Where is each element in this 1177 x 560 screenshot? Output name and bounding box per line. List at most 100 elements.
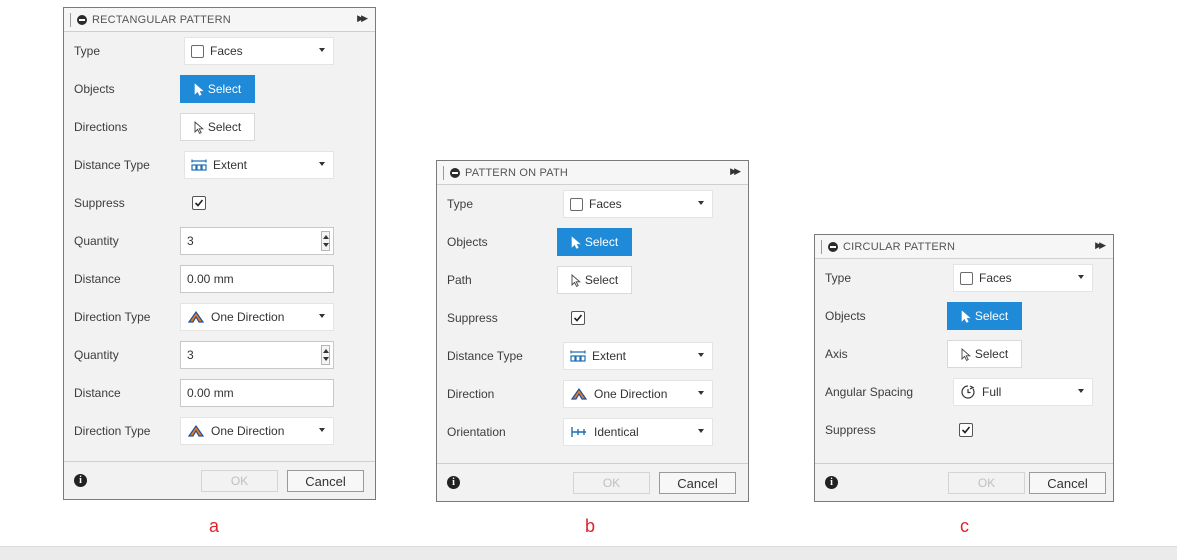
suppress-checkbox[interactable]	[571, 311, 585, 325]
direction-type-dropdown[interactable]: One Direction	[180, 417, 334, 445]
dialog-body: Type Faces Objects Select Path Select Su…	[437, 185, 748, 451]
expand-arrows-icon[interactable]: ▶▶	[357, 13, 368, 24]
drag-grip-icon[interactable]	[70, 12, 72, 27]
distance-type-dropdown[interactable]: Extent	[184, 151, 334, 179]
ok-button[interactable]: OK	[573, 472, 650, 494]
dialog-body: Type Faces Objects Select Axis Select An…	[815, 259, 1113, 449]
drag-grip-icon[interactable]	[443, 165, 445, 180]
distance-field[interactable]: 0.00 mm	[180, 379, 334, 407]
cursor-arrow-icon	[194, 120, 204, 134]
type-dropdown[interactable]: Faces	[953, 264, 1093, 292]
chevron-down-icon	[319, 314, 325, 318]
drag-grip-icon[interactable]	[821, 239, 823, 254]
directions-label: Directions	[74, 120, 128, 134]
distance-type-row: Distance Type Extent	[74, 146, 375, 184]
directions-select-button[interactable]: Select	[180, 113, 255, 141]
chevron-down-icon	[698, 201, 704, 205]
direction-row: Direction One Direction	[447, 375, 748, 413]
figure-caption: a	[209, 516, 220, 536]
dialog-header: PATTERN ON PATH ▶▶	[437, 161, 748, 185]
distance-type-label: Distance Type	[74, 158, 150, 172]
expand-arrows-icon[interactable]: ▶▶	[730, 166, 741, 177]
dialog-footer: i OK Cancel	[437, 463, 748, 501]
path-row: Path Select	[447, 261, 748, 299]
type-label: Type	[74, 44, 101, 58]
direction-type-row: Direction Type One Direction	[74, 298, 375, 336]
quantity-stepper[interactable]: 3	[180, 227, 334, 255]
info-icon[interactable]: i	[74, 474, 87, 487]
info-icon[interactable]: i	[447, 476, 460, 489]
objects-row: Objects Select	[447, 223, 748, 261]
type-dropdown[interactable]: Faces	[184, 37, 334, 65]
type-label: Type	[825, 271, 852, 285]
objects-label: Objects	[447, 235, 488, 249]
dialog-header: CIRCULAR PATTERN ▶▶	[815, 235, 1113, 259]
extent-icon	[570, 350, 586, 362]
cancel-button[interactable]: Cancel	[659, 472, 736, 494]
expand-arrows-icon[interactable]: ▶▶	[1095, 240, 1106, 251]
type-dropdown[interactable]: Faces	[563, 190, 713, 218]
distance-row: Distance 0.00 mm	[74, 260, 375, 298]
quantity-stepper[interactable]: 3	[180, 341, 334, 369]
collapse-icon[interactable]	[828, 241, 838, 252]
cancel-button[interactable]: Cancel	[287, 470, 364, 492]
bottom-strip	[0, 546, 1177, 560]
collapse-icon[interactable]	[77, 14, 87, 25]
direction-type-dropdown[interactable]: One Direction	[180, 303, 334, 331]
spinner-icon[interactable]	[321, 231, 330, 251]
direction-label: Direction	[447, 387, 495, 401]
angular-spacing-row: Angular Spacing Full	[825, 373, 1113, 411]
orientation-label: Orientation	[447, 425, 506, 439]
axis-select-button[interactable]: Select	[947, 340, 1022, 368]
circular-pattern-dialog: CIRCULAR PATTERN ▶▶ Type Faces Objects S…	[814, 234, 1114, 502]
angular-spacing-dropdown[interactable]: Full	[953, 378, 1093, 406]
objects-select-button[interactable]: Select	[180, 75, 255, 103]
objects-label: Objects	[74, 82, 115, 96]
direction-type-label: Direction Type	[74, 310, 151, 324]
distance-type-value: Extent	[213, 158, 248, 172]
path-select-button[interactable]: Select	[557, 266, 632, 294]
axis-row: Axis Select	[825, 335, 1113, 373]
face-icon	[191, 44, 204, 58]
axis-label: Axis	[825, 347, 848, 361]
type-row: Type Faces	[74, 32, 375, 70]
ok-button[interactable]: OK	[948, 472, 1025, 494]
suppress-label: Suppress	[447, 311, 498, 325]
dialog-footer: i OK Cancel	[815, 463, 1113, 501]
distance-type-row: Distance Type Extent	[447, 337, 748, 375]
dialog-body: Type Faces Objects Select Directions Sel…	[64, 32, 375, 450]
direction-dropdown[interactable]: One Direction	[563, 380, 713, 408]
objects-select-button[interactable]: Select	[947, 302, 1022, 330]
collapse-icon[interactable]	[450, 167, 460, 178]
distance-label: Distance	[74, 272, 121, 286]
one-direction-icon	[187, 310, 205, 324]
ok-button[interactable]: OK	[201, 470, 278, 492]
cancel-button[interactable]: Cancel	[1029, 472, 1106, 494]
distance-type-dropdown[interactable]: Extent	[563, 342, 713, 370]
type-row: Type Faces	[447, 185, 748, 223]
objects-row: Objects Select	[74, 70, 375, 108]
suppress-checkbox[interactable]	[192, 196, 206, 210]
dialog-footer: i OK Cancel	[64, 461, 375, 499]
suppress-checkbox[interactable]	[959, 423, 973, 437]
direction-type-label: Direction Type	[74, 424, 151, 438]
dialog-header: RECTANGULAR PATTERN ▶▶	[64, 8, 375, 32]
figure-caption: b	[585, 516, 596, 536]
dialog-title: RECTANGULAR PATTERN	[92, 13, 231, 26]
info-icon[interactable]: i	[825, 476, 838, 489]
spinner-icon[interactable]	[321, 345, 330, 365]
face-icon	[960, 271, 973, 285]
distance-field[interactable]: 0.00 mm	[180, 265, 334, 293]
cursor-arrow-icon	[961, 347, 971, 361]
rectangular-pattern-dialog: RECTANGULAR PATTERN ▶▶ Type Faces Object…	[63, 7, 376, 500]
distance-type-label: Distance Type	[447, 349, 523, 363]
orientation-row: Orientation Identical	[447, 413, 748, 451]
direction-type-row: Direction Type One Direction	[74, 412, 375, 450]
suppress-row: Suppress	[74, 184, 375, 222]
distance-label: Distance	[74, 386, 121, 400]
orientation-dropdown[interactable]: Identical	[563, 418, 713, 446]
objects-row: Objects Select	[825, 297, 1113, 335]
chevron-down-icon	[698, 391, 704, 395]
objects-select-button[interactable]: Select	[557, 228, 632, 256]
checkmark-icon	[194, 199, 204, 207]
